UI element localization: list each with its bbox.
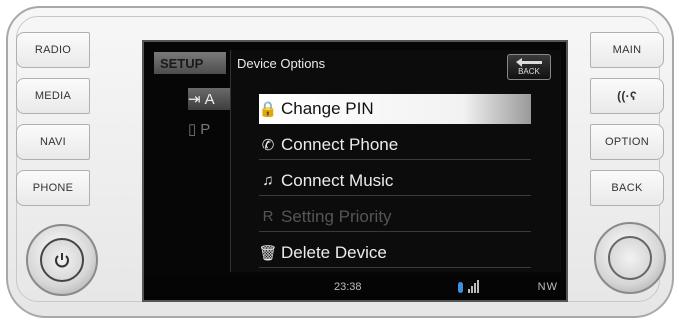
device-icon: ⇥ <box>188 91 201 108</box>
radio-button[interactable]: RADIO <box>16 32 90 68</box>
screen-back-button[interactable]: BACK <box>507 54 551 80</box>
voice-button[interactable]: ((·ʕ <box>590 78 664 114</box>
power-knob[interactable] <box>26 224 98 296</box>
phone-icon: ▯ <box>188 121 197 138</box>
lock-icon: 🔒 <box>258 101 278 118</box>
menu-item-connect-phone[interactable]: ✆ Connect Phone <box>259 130 531 160</box>
menu-item-delete-device[interactable]: 🗑 Delete Device <box>258 238 531 268</box>
menu-item-label: Connect Music <box>281 170 394 190</box>
popup-title: Device Options <box>237 56 326 71</box>
clock: 23:38 <box>334 281 362 293</box>
status-bar: 23:38 NW <box>144 276 566 300</box>
menu-item-connect-music[interactable]: ♫ Connect Music <box>259 166 531 196</box>
tune-knob[interactable] <box>594 222 666 294</box>
back-label: BACK <box>518 67 540 76</box>
head-unit: RADIO MEDIA NAVI PHONE MAIN ((·ʕ OPTION … <box>6 6 674 318</box>
power-icon <box>40 238 84 282</box>
navi-button[interactable]: NAVI <box>16 124 90 160</box>
menu-item-label: Delete Device <box>281 242 387 262</box>
device-options-popup: Device Options BACK 🔒 Change PIN ✆ Conne… <box>230 50 561 272</box>
setup-tab[interactable]: SETUP <box>154 52 226 74</box>
menu-item-label: Setting Priority <box>281 206 392 226</box>
menu-item-label: Connect Phone <box>281 134 399 154</box>
signal-strength-icon <box>468 280 479 293</box>
trash-icon: 🗑 <box>258 244 278 262</box>
tune-knob-ring <box>608 236 652 280</box>
bluetooth-icon <box>458 282 463 293</box>
back-hard-button[interactable]: BACK <box>590 170 664 206</box>
background-item-label: A <box>204 90 215 108</box>
priority-icon: R <box>262 208 274 225</box>
back-arrow-icon <box>516 58 542 67</box>
voice-icon: ((·ʕ <box>617 89 637 103</box>
phone-button[interactable]: PHONE <box>16 170 90 206</box>
display-screen: SETUP ⇥ A ▯ P Device Options BACK 🔒 Chan… <box>142 40 568 302</box>
option-button[interactable]: OPTION <box>590 124 664 160</box>
menu-item-setting-priority: R Setting Priority <box>259 202 531 232</box>
music-note-icon: ♫ <box>262 172 274 189</box>
menu-item-label: Change PIN <box>281 99 374 118</box>
media-button[interactable]: MEDIA <box>16 78 90 114</box>
main-button[interactable]: MAIN <box>590 32 664 68</box>
menu-item-change-pin[interactable]: 🔒 Change PIN <box>259 94 531 124</box>
compass-direction: NW <box>537 281 558 293</box>
phone-handset-icon: ✆ <box>261 136 275 154</box>
background-item-label: P <box>200 120 211 138</box>
